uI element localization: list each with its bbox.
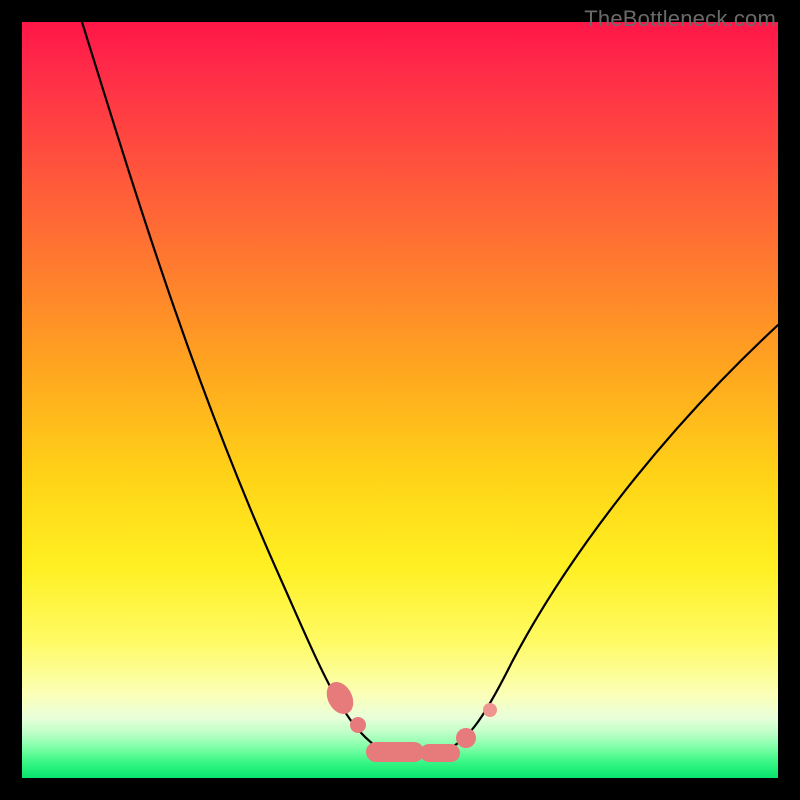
marker-dot [321, 677, 358, 718]
bottleneck-curve [82, 22, 778, 757]
marker-pill [366, 742, 424, 762]
marker-dot [456, 728, 476, 748]
marker-dot [483, 703, 497, 717]
curve-layer [22, 22, 778, 778]
marker-dot [350, 717, 366, 733]
marker-pill [420, 744, 460, 762]
chart-frame: TheBottleneck.com [0, 0, 800, 800]
plot-area [22, 22, 778, 778]
watermark-text: TheBottleneck.com [584, 6, 776, 32]
